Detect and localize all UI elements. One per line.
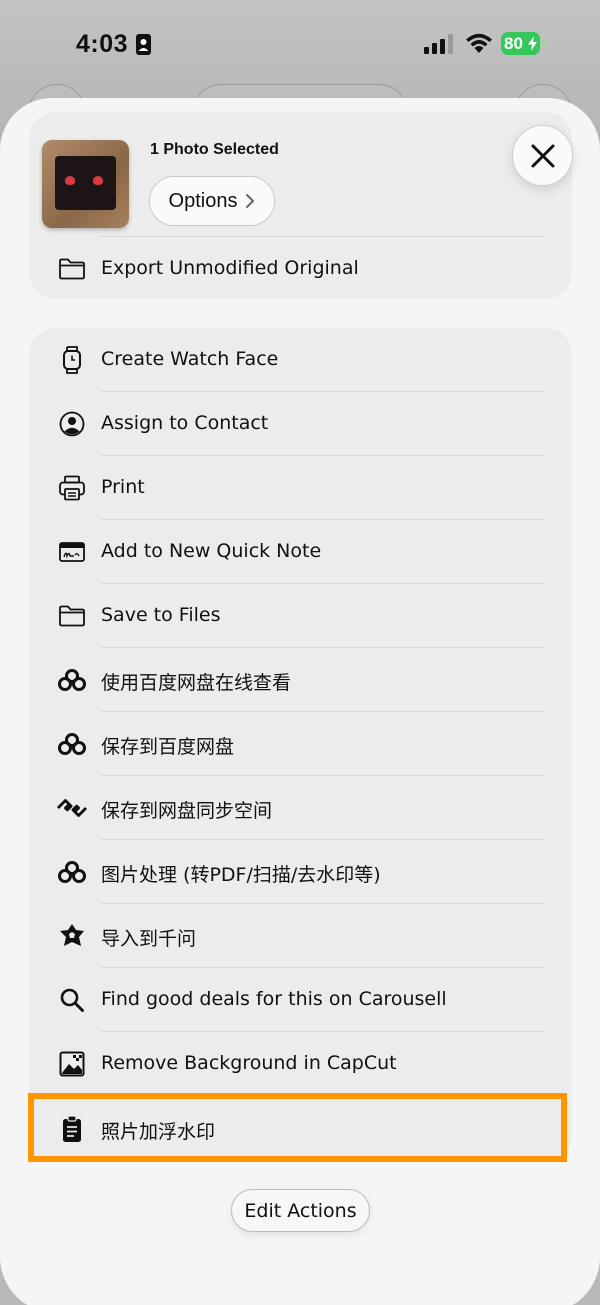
action-label: Add to New Quick Note: [101, 540, 322, 562]
action-print[interactable]: Print: [29, 456, 572, 520]
baidu-netdisk-icon: [57, 730, 87, 758]
cellular-signal-icon: [424, 34, 453, 54]
action-label: 使用百度网盘在线查看: [101, 672, 292, 694]
battery-level: 80: [504, 34, 523, 53]
battery-indicator: 80: [501, 32, 540, 55]
options-label: Options: [168, 189, 238, 212]
image-icon: [57, 1050, 87, 1078]
action-label: Create Watch Face: [101, 348, 279, 370]
printer-icon: [57, 474, 87, 502]
action-label: Assign to Contact: [101, 412, 269, 434]
action-save-to-files[interactable]: Save to Files: [29, 584, 572, 648]
folder-icon: [57, 255, 87, 283]
quick-note-icon: [57, 538, 87, 566]
qianwen-icon: [57, 922, 87, 950]
status-time: 4:03: [76, 30, 129, 58]
action-add-to-new-quick-note[interactable]: Add to New Quick Note: [29, 520, 572, 584]
battery-cap: [542, 39, 545, 48]
action-create-watch-face[interactable]: Create Watch Face: [29, 328, 572, 392]
sync-space-icon: [57, 794, 87, 822]
charging-bolt-icon: [528, 36, 537, 51]
action-remove-background-capcut[interactable]: Remove Background in CapCut: [29, 1032, 572, 1096]
action-import-to-qianwen[interactable]: 导入到千问: [29, 904, 572, 968]
action-label: Print: [101, 476, 145, 498]
folder-icon: [57, 602, 87, 630]
watch-icon: [57, 346, 87, 374]
action-baidu-online-view[interactable]: 使用百度网盘在线查看: [29, 648, 572, 712]
edit-actions-button[interactable]: Edit Actions: [231, 1189, 370, 1232]
action-label: Remove Background in CapCut: [101, 1052, 397, 1074]
action-label: 照片加浮水印: [101, 1121, 216, 1143]
action-label: 保存到网盘同步空间: [101, 800, 273, 822]
focus-id-icon: [136, 34, 151, 55]
action-label: Save to Files: [101, 604, 221, 626]
action-image-processing[interactable]: 图片处理 (转PDF/扫描/去水印等): [29, 840, 572, 904]
close-icon: [531, 144, 554, 167]
action-label: 保存到百度网盘: [101, 736, 235, 758]
action-save-to-sync-space[interactable]: 保存到网盘同步空间: [29, 776, 572, 840]
action-label: 图片处理 (转PDF/扫描/去水印等): [101, 864, 381, 886]
search-icon: [57, 986, 87, 1014]
status-bar: 4:03 80: [0, 0, 600, 90]
export-unmodified-original-action[interactable]: Export Unmodified Original: [29, 237, 572, 301]
action-carousell-deals[interactable]: Find good deals for this on Carousell: [29, 968, 572, 1032]
action-label: 导入到千问: [101, 928, 197, 950]
contact-icon: [57, 410, 87, 438]
chevron-right-icon: [246, 194, 255, 208]
action-save-to-baidu[interactable]: 保存到百度网盘: [29, 712, 572, 776]
clipboard-icon: [57, 1115, 87, 1143]
wifi-icon: [466, 33, 492, 53]
photo-thumbnail: [42, 140, 129, 228]
action-assign-to-contact[interactable]: Assign to Contact: [29, 392, 572, 456]
action-label: Find good deals for this on Carousell: [101, 988, 447, 1010]
baidu-netdisk-icon: [57, 858, 87, 886]
baidu-netdisk-icon: [57, 666, 87, 694]
close-button[interactable]: [512, 125, 573, 186]
action-label: Export Unmodified Original: [101, 257, 359, 279]
selection-count: 1 Photo Selected: [150, 141, 279, 158]
action-photo-watermark[interactable]: 照片加浮水印: [29, 1097, 572, 1161]
options-button[interactable]: Options: [149, 176, 275, 226]
